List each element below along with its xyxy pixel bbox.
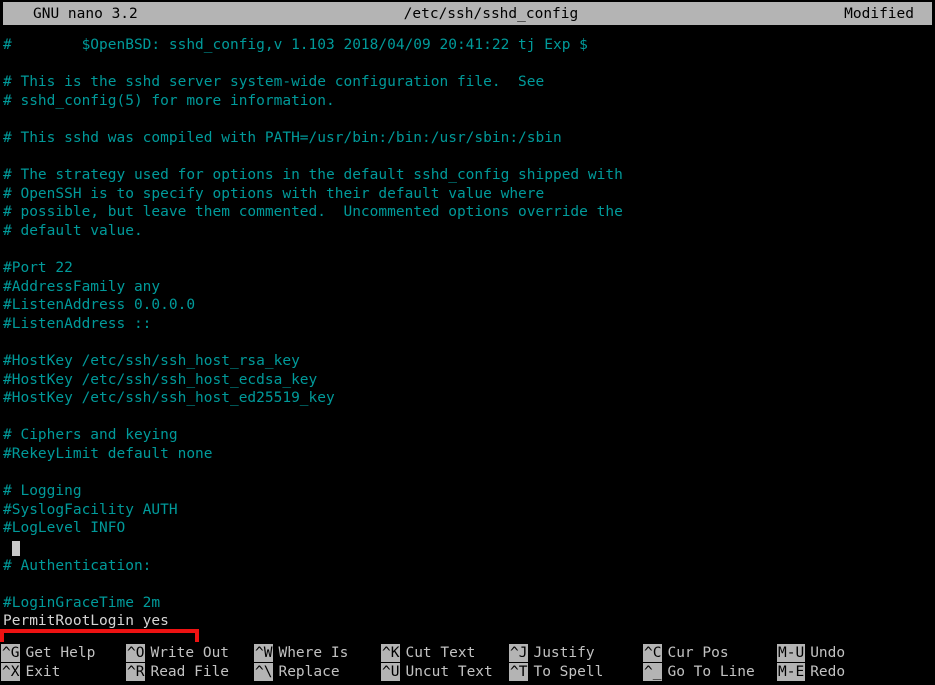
editor-line[interactable]: #RekeyLimit default none xyxy=(3,445,935,464)
editor-lines[interactable]: # $OpenBSD: sshd_config,v 1.103 2018/04/… xyxy=(3,36,935,631)
shortcut-label: Redo xyxy=(810,663,846,680)
shortcut-key-badge: ^R xyxy=(126,662,146,681)
editor-line[interactable]: #LogLevel INFO xyxy=(3,519,935,538)
editor-line[interactable]: # possible, but leave them commented. Un… xyxy=(3,203,935,222)
shortcut-label: Undo xyxy=(810,644,846,661)
shortcut-help-bar: ^G Get Help ^O Write Out ^W Where Is ^K Cut Tex… xyxy=(0,642,935,685)
filename-label: /etc/ssh/sshd_config xyxy=(403,5,579,22)
editor-blank-line[interactable] xyxy=(3,538,935,557)
shortcut-key-badge: ^O xyxy=(126,643,146,662)
shortcut-key-badge: ^_ xyxy=(643,662,663,681)
editor-line[interactable]: #Port 22 xyxy=(3,259,935,278)
shortcut-key-badge: ^W xyxy=(254,643,274,662)
shortcut-label: Get Help xyxy=(25,644,96,661)
shortcut-redo[interactable]: M-E Redo xyxy=(777,662,845,681)
editor-line[interactable]: # OpenSSH is to specify options with the… xyxy=(3,185,935,204)
shortcut-label: Write Out xyxy=(150,644,230,661)
editor-line[interactable]: #HostKey /etc/ssh/ssh_host_rsa_key xyxy=(3,352,935,371)
editor-line[interactable]: #SyslogFacility AUTH xyxy=(3,501,935,520)
shortcut-key-badge: ^C xyxy=(643,643,663,662)
editor-blank-line[interactable] xyxy=(3,408,935,427)
editor-blank-line[interactable] xyxy=(3,110,935,129)
shortcut-label: Replace xyxy=(278,663,340,680)
shortcut-key-badge: ^T xyxy=(509,662,529,681)
editor-blank-line[interactable] xyxy=(3,464,935,483)
editor-line[interactable]: # sshd_config(5) for more information. xyxy=(3,92,935,111)
shortcut-row-top: ^G Get Help ^O Write Out ^W Where Is ^K Cut Tex… xyxy=(1,643,935,662)
shortcut-label: To Spell xyxy=(533,663,604,680)
editor-line[interactable]: # Ciphers and keying xyxy=(3,426,935,445)
editor-line[interactable]: #AddressFamily any xyxy=(3,278,935,297)
nano-version-label: GNU nano 3.2 xyxy=(33,5,138,22)
shortcut-cut-text[interactable]: ^K Cut Text xyxy=(381,643,509,662)
editor-blank-line[interactable] xyxy=(3,575,935,594)
shortcut-go-to-line[interactable]: ^_ Go To Line xyxy=(643,662,777,681)
titlebar: GNU nano 3.2 /etc/ssh/sshd_config Modifi… xyxy=(3,2,932,25)
shortcut-key-badge: M-E xyxy=(777,662,806,681)
shortcut-to-spell[interactable]: ^T To Spell xyxy=(509,662,643,681)
shortcut-label: Uncut Text xyxy=(405,663,493,680)
editor-line[interactable]: # This sshd was compiled with PATH=/usr/… xyxy=(3,129,935,148)
shortcut-label: Justify xyxy=(533,644,595,661)
shortcut-where-is[interactable]: ^W Where Is xyxy=(254,643,381,662)
editor-line[interactable]: # This is the sshd server system-wide co… xyxy=(3,73,935,92)
shortcut-key-badge: ^G xyxy=(1,643,21,662)
editor-line[interactable]: #ListenAddress 0.0.0.0 xyxy=(3,296,935,315)
editor-line[interactable]: # Logging xyxy=(3,482,935,501)
editor-line[interactable]: #LoginGraceTime 2m xyxy=(3,594,935,613)
editor-line[interactable]: # $OpenBSD: sshd_config,v 1.103 2018/04/… xyxy=(3,36,935,55)
shortcut-key-badge: ^U xyxy=(381,662,401,681)
shortcut-key-badge: M-U xyxy=(777,643,806,662)
editor-line[interactable]: # default value. xyxy=(3,222,935,241)
editor-line[interactable]: # Authentication: xyxy=(3,557,935,576)
shortcut-write-out[interactable]: ^O Write Out xyxy=(126,643,254,662)
shortcut-uncut-text[interactable]: ^U Uncut Text xyxy=(381,662,509,681)
editor-text-area[interactable]: # $OpenBSD: sshd_config,v 1.103 2018/04/… xyxy=(0,25,935,642)
editor-blank-line[interactable] xyxy=(3,148,935,167)
shortcut-label: Exit xyxy=(25,663,61,680)
shortcut-label: Go To Line xyxy=(667,663,755,680)
shortcut-replace[interactable]: ^\ Replace xyxy=(254,662,381,681)
shortcut-key-badge: ^J xyxy=(509,643,529,662)
editor-blank-line[interactable] xyxy=(3,241,935,260)
editor-line[interactable]: # The strategy used for options in the d… xyxy=(3,166,935,185)
shortcut-label: Read File xyxy=(150,663,230,680)
editor-line[interactable]: #ListenAddress :: xyxy=(3,315,935,334)
modified-status-label: Modified xyxy=(844,5,914,22)
editor-blank-line[interactable] xyxy=(3,55,935,74)
shortcut-read-file[interactable]: ^R Read File xyxy=(126,662,254,681)
editor-line[interactable]: PermitRootLogin yes xyxy=(3,612,935,631)
editor-blank-line[interactable] xyxy=(3,334,935,353)
text-cursor xyxy=(11,541,21,557)
shortcut-label: Cur Pos xyxy=(667,644,729,661)
shortcut-label: Where Is xyxy=(278,644,349,661)
shortcut-label: Cut Text xyxy=(405,644,476,661)
shortcut-exit[interactable]: ^X Exit xyxy=(1,662,126,681)
shortcut-undo[interactable]: M-U Undo xyxy=(777,643,845,662)
editor-line[interactable]: #HostKey /etc/ssh/ssh_host_ed25519_key xyxy=(3,389,935,408)
shortcut-cur-pos[interactable]: ^C Cur Pos xyxy=(643,643,777,662)
shortcut-key-badge: ^X xyxy=(1,662,21,681)
nano-editor-window: GNU nano 3.2 /etc/ssh/sshd_config Modifi… xyxy=(0,0,935,685)
shortcut-justify[interactable]: ^J Justify xyxy=(509,643,643,662)
editor-line[interactable]: #HostKey /etc/ssh/ssh_host_ecdsa_key xyxy=(3,371,935,390)
shortcut-row-bottom: ^X Exit ^R Read File ^\ Replace ^U Uncut Text ^T… xyxy=(1,662,935,681)
shortcut-key-badge: ^K xyxy=(381,643,401,662)
shortcut-key-badge: ^\ xyxy=(254,662,274,681)
shortcut-get-help[interactable]: ^G Get Help xyxy=(1,643,126,662)
